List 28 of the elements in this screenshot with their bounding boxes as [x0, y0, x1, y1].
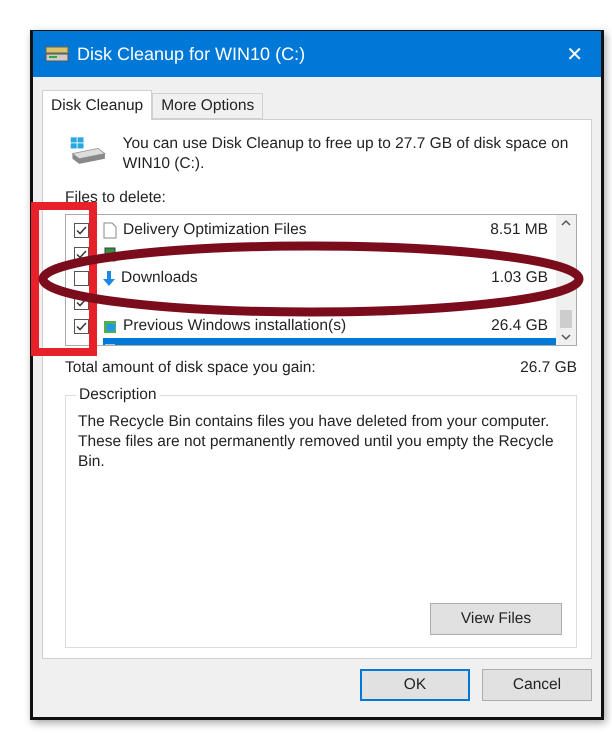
drive-icon — [45, 45, 69, 63]
file-size: 1.03 GB — [491, 268, 548, 288]
ok-button[interactable]: OK — [360, 669, 470, 701]
scroll-up-icon[interactable] — [561, 219, 571, 226]
files-label: Files to delete: — [65, 188, 167, 208]
description-text: The Recycle Bin contains files you have deleted from your computer. These files are not permanently removed until you empty the Recycle Bin. — [78, 412, 555, 472]
file-name: Downloads — [121, 268, 199, 288]
cancel-button[interactable]: Cancel — [482, 669, 592, 701]
download-arrow-icon — [103, 270, 115, 286]
view-files-button[interactable]: View Files — [430, 603, 562, 635]
intro-text: You can use Disk Cleanup to free up to 27.7 GB of disk space on WIN10 (C:). — [122, 134, 570, 174]
file-name: Previous Windows installation(s) — [123, 316, 348, 336]
checkbox[interactable] — [74, 222, 89, 238]
checkbox[interactable] — [74, 270, 89, 286]
total-value: 26.7 GB — [520, 358, 577, 378]
file-name: Delivery Optimization Files — [123, 220, 308, 240]
total-label: Total amount of disk space you gain: — [65, 358, 316, 378]
tab[interactable]: Disk Cleanup — [42, 90, 152, 120]
file-size: 8.51 MB — [490, 220, 548, 240]
tab[interactable]: More Options — [152, 93, 264, 119]
document-icon — [103, 222, 117, 239]
window-title: Disk Cleanup for WIN10 (C:) — [77, 44, 306, 64]
scroll-thumb[interactable] — [560, 310, 572, 328]
description-title: Description — [76, 386, 160, 404]
close-button[interactable]: ✕ — [560, 42, 589, 66]
checkbox[interactable] — [74, 318, 89, 334]
file-size: 26.4 GB — [491, 316, 548, 336]
scroll-down-icon[interactable] — [561, 334, 571, 342]
